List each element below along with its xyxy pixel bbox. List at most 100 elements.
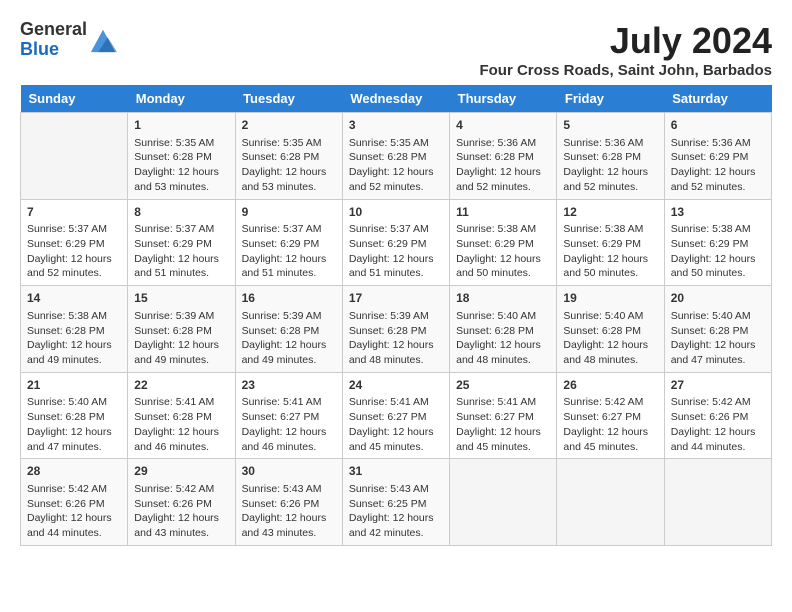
calendar-cell [450, 459, 557, 546]
day-info: Sunrise: 5:38 AMSunset: 6:29 PMDaylight:… [671, 222, 765, 281]
day-number: 8 [134, 204, 228, 221]
location-title: Four Cross Roads, Saint John, Barbados [479, 62, 772, 79]
day-number: 31 [349, 463, 443, 480]
day-info: Sunrise: 5:42 AMSunset: 6:26 PMDaylight:… [27, 482, 121, 541]
day-info: Sunrise: 5:37 AMSunset: 6:29 PMDaylight:… [349, 222, 443, 281]
calendar-cell: 8Sunrise: 5:37 AMSunset: 6:29 PMDaylight… [128, 199, 235, 286]
calendar-cell: 14Sunrise: 5:38 AMSunset: 6:28 PMDayligh… [21, 286, 128, 373]
day-number: 30 [242, 463, 336, 480]
day-number: 19 [563, 290, 657, 307]
weekday-header-thursday: Thursday [450, 85, 557, 113]
day-info: Sunrise: 5:41 AMSunset: 6:27 PMDaylight:… [456, 395, 550, 454]
calendar-cell: 13Sunrise: 5:38 AMSunset: 6:29 PMDayligh… [664, 199, 771, 286]
day-number: 22 [134, 377, 228, 394]
logo: General Blue [20, 20, 117, 60]
calendar-cell: 18 Sunrise: 5:40 AMSunset: 6:28 PMDayligh… [450, 286, 557, 373]
calendar-cell: 1 Sunrise: 5:35 AMSunset: 6:28 PMDaylight… [128, 113, 235, 200]
day-number: 10 [349, 204, 443, 221]
calendar-week-row: 1 Sunrise: 5:35 AMSunset: 6:28 PMDaylight… [21, 113, 772, 200]
calendar-cell: 24Sunrise: 5:41 AMSunset: 6:27 PMDayligh… [342, 372, 449, 459]
calendar-cell: 20Sunrise: 5:40 AMSunset: 6:28 PMDayligh… [664, 286, 771, 373]
calendar-cell: 17 Sunrise: 5:39 AMSunset: 6:28 PMDayligh… [342, 286, 449, 373]
calendar-week-row: 21Sunrise: 5:40 AMSunset: 6:28 PMDayligh… [21, 372, 772, 459]
day-number: 21 [27, 377, 121, 394]
calendar-cell: 30Sunrise: 5:43 AMSunset: 6:26 PMDayligh… [235, 459, 342, 546]
day-number: 18 [456, 290, 550, 307]
calendar-cell: 10Sunrise: 5:37 AMSunset: 6:29 PMDayligh… [342, 199, 449, 286]
day-info: Sunrise: 5:40 AMSunset: 6:28 PMDaylight:… [27, 395, 121, 454]
calendar-week-row: 28 Sunrise: 5:42 AMSunset: 6:26 PMDayligh… [21, 459, 772, 546]
day-info: Sunrise: 5:38 AMSunset: 6:29 PMDaylight:… [563, 222, 657, 281]
calendar-week-row: 14Sunrise: 5:38 AMSunset: 6:28 PMDayligh… [21, 286, 772, 373]
weekday-header-saturday: Saturday [664, 85, 771, 113]
day-number: 2 [242, 117, 336, 134]
day-number: 7 [27, 204, 121, 221]
calendar-cell: 22Sunrise: 5:41 AMSunset: 6:28 PMDayligh… [128, 372, 235, 459]
calendar-cell: 27Sunrise: 5:42 AMSunset: 6:26 PMDayligh… [664, 372, 771, 459]
day-info: Sunrise: 5:35 AMSunset: 6:28 PMDaylight:… [349, 136, 443, 195]
day-number: 23 [242, 377, 336, 394]
day-number: 6 [671, 117, 765, 134]
weekday-header-tuesday: Tuesday [235, 85, 342, 113]
day-info: Sunrise: 5:35 AMSunset: 6:28 PMDaylight:… [242, 136, 336, 195]
day-info: Sunrise: 5:36 AMSunset: 6:29 PMDaylight:… [671, 136, 765, 195]
weekday-header-sunday: Sunday [21, 85, 128, 113]
logo-icon [89, 26, 117, 54]
calendar-cell: 25Sunrise: 5:41 AMSunset: 6:27 PMDayligh… [450, 372, 557, 459]
day-info: Sunrise: 5:42 AMSunset: 6:27 PMDaylight:… [563, 395, 657, 454]
calendar-cell: 26Sunrise: 5:42 AMSunset: 6:27 PMDayligh… [557, 372, 664, 459]
calendar-cell: 21Sunrise: 5:40 AMSunset: 6:28 PMDayligh… [21, 372, 128, 459]
day-number: 27 [671, 377, 765, 394]
day-info: Sunrise: 5:36 AMSunset: 6:28 PMDaylight:… [456, 136, 550, 195]
day-number: 3 [349, 117, 443, 134]
calendar-cell: 4 Sunrise: 5:36 AMSunset: 6:28 PMDaylight… [450, 113, 557, 200]
day-info: Sunrise: 5:38 AMSunset: 6:28 PMDaylight:… [27, 309, 121, 368]
logo-general: General [20, 19, 87, 39]
day-number: 13 [671, 204, 765, 221]
day-info: Sunrise: 5:39 AMSunset: 6:28 PMDaylight:… [242, 309, 336, 368]
day-info: Sunrise: 5:42 AMSunset: 6:26 PMDaylight:… [134, 482, 228, 541]
day-number: 17 [349, 290, 443, 307]
day-number: 1 [134, 117, 228, 134]
calendar-week-row: 7Sunrise: 5:37 AMSunset: 6:29 PMDaylight… [21, 199, 772, 286]
calendar-cell: 16Sunrise: 5:39 AMSunset: 6:28 PMDayligh… [235, 286, 342, 373]
weekday-header-wednesday: Wednesday [342, 85, 449, 113]
day-number: 26 [563, 377, 657, 394]
day-number: 5 [563, 117, 657, 134]
calendar-table: SundayMondayTuesdayWednesdayThursdayFrid… [20, 85, 772, 546]
day-info: Sunrise: 5:39 AMSunset: 6:28 PMDaylight:… [134, 309, 228, 368]
day-number: 29 [134, 463, 228, 480]
calendar-cell: 7Sunrise: 5:37 AMSunset: 6:29 PMDaylight… [21, 199, 128, 286]
day-info: Sunrise: 5:39 AMSunset: 6:28 PMDaylight:… [349, 309, 443, 368]
calendar-cell: 3 Sunrise: 5:35 AMSunset: 6:28 PMDaylight… [342, 113, 449, 200]
day-info: Sunrise: 5:37 AMSunset: 6:29 PMDaylight:… [27, 222, 121, 281]
weekday-header-monday: Monday [128, 85, 235, 113]
calendar-cell: 15Sunrise: 5:39 AMSunset: 6:28 PMDayligh… [128, 286, 235, 373]
calendar-cell [21, 113, 128, 200]
day-info: Sunrise: 5:38 AMSunset: 6:29 PMDaylight:… [456, 222, 550, 281]
day-info: Sunrise: 5:37 AMSunset: 6:29 PMDaylight:… [134, 222, 228, 281]
day-number: 12 [563, 204, 657, 221]
day-info: Sunrise: 5:43 AMSunset: 6:25 PMDaylight:… [349, 482, 443, 541]
weekday-header-row: SundayMondayTuesdayWednesdayThursdayFrid… [21, 85, 772, 113]
day-number: 4 [456, 117, 550, 134]
day-number: 28 [27, 463, 121, 480]
day-info: Sunrise: 5:40 AMSunset: 6:28 PMDaylight:… [671, 309, 765, 368]
day-info: Sunrise: 5:41 AMSunset: 6:28 PMDaylight:… [134, 395, 228, 454]
day-info: Sunrise: 5:40 AMSunset: 6:28 PMDaylight:… [456, 309, 550, 368]
day-info: Sunrise: 5:35 AMSunset: 6:28 PMDaylight:… [134, 136, 228, 195]
calendar-cell: 28 Sunrise: 5:42 AMSunset: 6:26 PMDayligh… [21, 459, 128, 546]
day-info: Sunrise: 5:41 AMSunset: 6:27 PMDaylight:… [242, 395, 336, 454]
day-number: 25 [456, 377, 550, 394]
day-info: Sunrise: 5:42 AMSunset: 6:26 PMDaylight:… [671, 395, 765, 454]
calendar-cell: 29 Sunrise: 5:42 AMSunset: 6:26 PMDayligh… [128, 459, 235, 546]
weekday-header-friday: Friday [557, 85, 664, 113]
title-block: July 2024 Four Cross Roads, Saint John, … [479, 20, 772, 79]
calendar-cell [557, 459, 664, 546]
day-info: Sunrise: 5:40 AMSunset: 6:28 PMDaylight:… [563, 309, 657, 368]
calendar-cell [664, 459, 771, 546]
day-number: 24 [349, 377, 443, 394]
calendar-cell: 6 Sunrise: 5:36 AMSunset: 6:29 PMDaylight… [664, 113, 771, 200]
day-info: Sunrise: 5:37 AMSunset: 6:29 PMDaylight:… [242, 222, 336, 281]
day-info: Sunrise: 5:36 AMSunset: 6:28 PMDaylight:… [563, 136, 657, 195]
